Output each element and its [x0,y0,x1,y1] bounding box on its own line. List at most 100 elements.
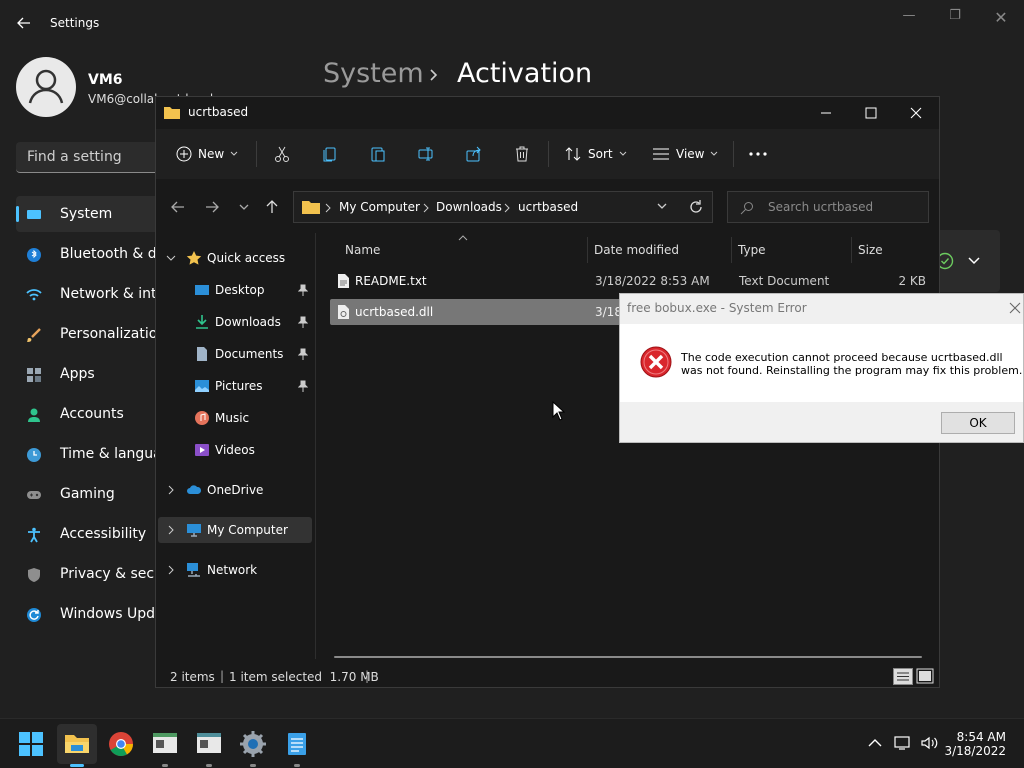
ok-button[interactable]: OK [941,412,1015,434]
search-placeholder: Search ucrtbased [768,200,874,214]
nav-label: Accounts [60,406,124,422]
large-icons-view-icon[interactable] [916,668,934,685]
explorer-title: ucrtbased [188,105,249,119]
tree-downloads[interactable]: Downloads [156,309,313,335]
column-divider[interactable] [587,237,588,263]
tree-label: Desktop [215,283,265,297]
tree-network[interactable]: Network [156,557,313,583]
user-icon [28,69,64,104]
nav-time-language[interactable]: Time & language [16,436,179,472]
find-setting-input[interactable]: Find a setting [16,142,166,173]
settings-gear-icon[interactable] [239,730,267,758]
column-type[interactable]: Type [738,243,766,257]
share-icon[interactable] [465,145,483,163]
chevron-up-icon[interactable] [868,738,882,748]
chevron-down-icon[interactable] [656,202,668,212]
column-name[interactable]: Name [345,243,380,257]
user-name: VM6 [88,72,123,88]
avatar[interactable] [16,57,76,117]
column-date-modified[interactable]: Date modified [594,243,679,257]
desktop-icon [195,285,209,295]
maximize-icon[interactable]: ❐ [946,8,964,26]
minimize-icon [821,112,831,114]
file-explorer-icon[interactable] [63,730,91,758]
nav-gaming[interactable]: Gaming [16,476,166,512]
maximize-button[interactable] [851,100,891,126]
nav-network[interactable]: Network & internet [16,276,194,312]
minimize-button[interactable] [806,100,846,126]
back-icon[interactable] [168,197,188,217]
dll-file-icon [338,305,349,319]
chrome-icon[interactable] [107,730,135,758]
nav-bluetooth[interactable]: Bluetooth & devices [16,236,201,272]
cut-icon[interactable] [273,145,291,163]
system-clock[interactable]: 8:54 AM 3/18/2022 [944,730,1006,758]
rename-icon[interactable] [417,145,435,163]
nav-privacy[interactable]: Privacy & security [16,556,186,592]
new-button[interactable]: New [176,129,238,179]
chevron-down-icon [166,255,176,261]
volume-icon[interactable] [920,735,938,751]
chevron-down-icon [230,151,238,156]
tree-label: My Computer [207,523,288,537]
start-icon[interactable] [18,731,44,757]
column-divider[interactable] [731,237,732,263]
up-icon[interactable] [262,197,282,217]
network-status-icon[interactable] [894,735,912,751]
nav-label: Apps [60,366,95,382]
sort-ascending-icon [458,235,468,241]
back-arrow-icon[interactable] [16,15,32,31]
tree-quick-access[interactable]: Quick access [156,245,313,271]
address-segment-ucrtbased[interactable]: ucrtbased [518,200,578,214]
nav-apps[interactable]: Apps [16,356,166,392]
address-segment-my-computer[interactable]: My Computer [339,200,420,214]
close-button[interactable] [896,100,936,126]
address-segment-downloads[interactable]: Downloads [436,200,502,214]
tree-documents[interactable]: Documents [156,341,313,367]
divider [733,141,734,167]
nav-personalization[interactable]: Personalization [16,316,166,352]
maximize-icon [865,107,877,119]
nav-accounts[interactable]: Accounts [16,396,166,432]
chevron-right-icon [168,485,174,495]
tree-music[interactable]: Music [156,405,313,431]
nav-system[interactable]: System [16,196,166,232]
paste-icon[interactable] [369,145,387,163]
status-divider: | [365,669,370,683]
dialog-title: free bobux.exe - System Error [627,301,807,315]
column-size[interactable]: Size [858,243,883,257]
tree-videos[interactable]: Videos [156,437,313,463]
recent-chevron-down-icon[interactable] [234,197,254,217]
horizontal-scrollbar[interactable] [334,656,922,658]
dialog-message-line: was not found. Reinstalling the program … [681,364,1023,377]
view-button[interactable]: View [652,129,718,179]
copy-icon[interactable] [321,145,339,163]
breadcrumb-system[interactable]: System [323,58,424,89]
forward-icon[interactable] [202,197,222,217]
error-icon [640,346,672,378]
column-divider[interactable] [851,237,852,263]
minimize-icon[interactable]: — [900,8,918,26]
tree-pictures[interactable]: Pictures [156,373,313,399]
nav-accessibility[interactable]: Accessibility [16,516,166,552]
app-window-icon[interactable] [151,730,179,758]
tree-my-computer[interactable]: My Computer [158,517,312,543]
close-icon[interactable] [1009,302,1021,314]
address-bar[interactable]: My Computer Downloads ucrtbased [293,191,713,223]
delete-icon[interactable] [513,145,531,163]
details-view-icon[interactable] [893,668,913,685]
close-icon[interactable]: ✕ [992,8,1010,27]
view-label: View [676,147,705,161]
status-bar: 2 items | 1 item selected 1.70 MB | [156,665,939,687]
more-options-icon[interactable] [748,146,768,162]
sort-button[interactable]: Sort [564,129,627,179]
folder-icon [164,107,180,119]
notepad-icon[interactable] [283,730,311,758]
search-input[interactable]: Search ucrtbased [727,191,929,223]
tree-onedrive[interactable]: OneDrive [156,477,313,503]
tree-desktop[interactable]: Desktop [156,277,313,303]
app-window-icon[interactable] [195,730,223,758]
nav-windows-update[interactable]: Windows Update [16,596,178,632]
file-row-readme[interactable]: README.txt 3/18/2022 8:53 AM Text Docume… [330,268,942,294]
refresh-icon[interactable] [688,199,704,215]
